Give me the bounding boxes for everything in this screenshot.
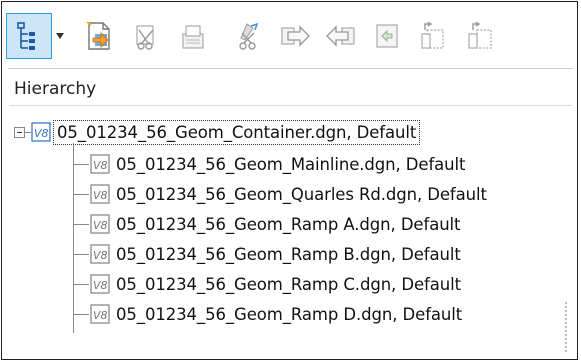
move-arrow-left-icon	[326, 25, 355, 47]
v8-file-icon: V8	[90, 214, 110, 234]
child-connector-line	[73, 254, 89, 255]
tree-trunk-line	[73, 143, 74, 333]
tree-child-label: 05_01234_56_Geom_Quarles Rd.dgn, Default	[116, 184, 487, 204]
move-arrow-right-icon	[281, 25, 310, 47]
svg-text:V8: V8	[93, 309, 108, 322]
tree-child-label: 05_01234_56_Geom_Ramp A.dgn, Default	[116, 214, 461, 234]
detach-button[interactable]	[124, 13, 170, 59]
view-dropdown-button[interactable]	[52, 13, 68, 59]
v8-file-icon: V8	[90, 154, 110, 174]
child-connector-line	[73, 164, 89, 165]
v8-file-icon: V8	[90, 274, 110, 294]
resize-grip[interactable]	[565, 302, 570, 352]
cut-tool-icon	[239, 22, 259, 50]
tree-child-item[interactable]: V8 05_01234_56_Geom_Ramp D.dgn, Default	[90, 299, 462, 329]
export-icon	[421, 21, 444, 49]
toolbar-divider	[8, 68, 573, 69]
tree-child-item[interactable]: V8 05_01234_56_Geom_Mainline.dgn, Defaul…	[90, 149, 465, 179]
tree-child-label: 05_01234_56_Geom_Mainline.dgn, Default	[116, 154, 466, 174]
svg-text:V8: V8	[93, 219, 108, 232]
svg-text:V8: V8	[93, 189, 108, 202]
reload-button[interactable]	[170, 13, 216, 59]
collapse-toggle[interactable]	[14, 126, 25, 138]
tree-root-label: 05_01234_56_Geom_Container.dgn, Default	[53, 119, 421, 145]
child-connector-line	[73, 314, 89, 315]
copy-button[interactable]	[364, 13, 410, 59]
tree-root-item[interactable]: V8 05_01234_56_Geom_Container.dgn, Defau…	[10, 117, 421, 147]
open-reference-icon	[86, 21, 110, 50]
tree-child-item[interactable]: V8 05_01234_56_Geom_Ramp A.dgn, Default	[90, 209, 461, 239]
tree-child-label: 05_01234_56_Geom_Ramp C.dgn, Default	[116, 274, 461, 294]
v8-file-icon: V8	[90, 184, 110, 204]
detach-icon	[136, 25, 154, 50]
references-panel: Hierarchy V8 05_01234_56_Geom_Container.…	[1, 1, 578, 360]
move-left-button[interactable]	[318, 13, 364, 59]
reload-icon	[182, 25, 204, 49]
export-button[interactable]	[410, 13, 456, 59]
child-connector-line	[73, 224, 89, 225]
v8-file-icon: V8	[31, 122, 51, 142]
clip-mask-button[interactable]	[226, 13, 272, 59]
move-right-button[interactable]	[272, 13, 318, 59]
svg-text:V8: V8	[93, 279, 108, 292]
tree-child-item[interactable]: V8 05_01234_56_Geom_Ramp C.dgn, Default	[90, 269, 461, 299]
v8-file-icon: V8	[90, 244, 110, 264]
attach-reference-button[interactable]	[78, 13, 124, 59]
tree-child-item[interactable]: V8 05_01234_56_Geom_Quarles Rd.dgn, Defa…	[90, 179, 487, 209]
hierarchy-view-icon	[17, 22, 35, 50]
svg-text:V8: V8	[93, 159, 108, 172]
child-connector-line	[73, 284, 89, 285]
v8-file-icon: V8	[90, 304, 110, 324]
dropdown-arrow-icon	[56, 33, 64, 39]
import-icon	[468, 21, 492, 49]
svg-text:V8: V8	[34, 127, 49, 140]
child-connector-line	[73, 194, 89, 195]
tree-child-item[interactable]: V8 05_01234_56_Geom_Ramp B.dgn, Default	[90, 239, 461, 269]
tree-child-label: 05_01234_56_Geom_Ramp B.dgn, Default	[116, 244, 461, 264]
copy-icon	[376, 24, 398, 48]
hierarchy-view-button[interactable]	[6, 13, 52, 59]
tree-child-label: 05_01234_56_Geom_Ramp D.dgn, Default	[116, 304, 463, 324]
hierarchy-tree: V8 05_01234_56_Geom_Container.dgn, Defau…	[10, 110, 573, 360]
svg-text:V8: V8	[93, 249, 108, 262]
hierarchy-header: Hierarchy	[9, 72, 572, 106]
toolbar	[6, 10, 576, 62]
import-button[interactable]	[456, 13, 502, 59]
